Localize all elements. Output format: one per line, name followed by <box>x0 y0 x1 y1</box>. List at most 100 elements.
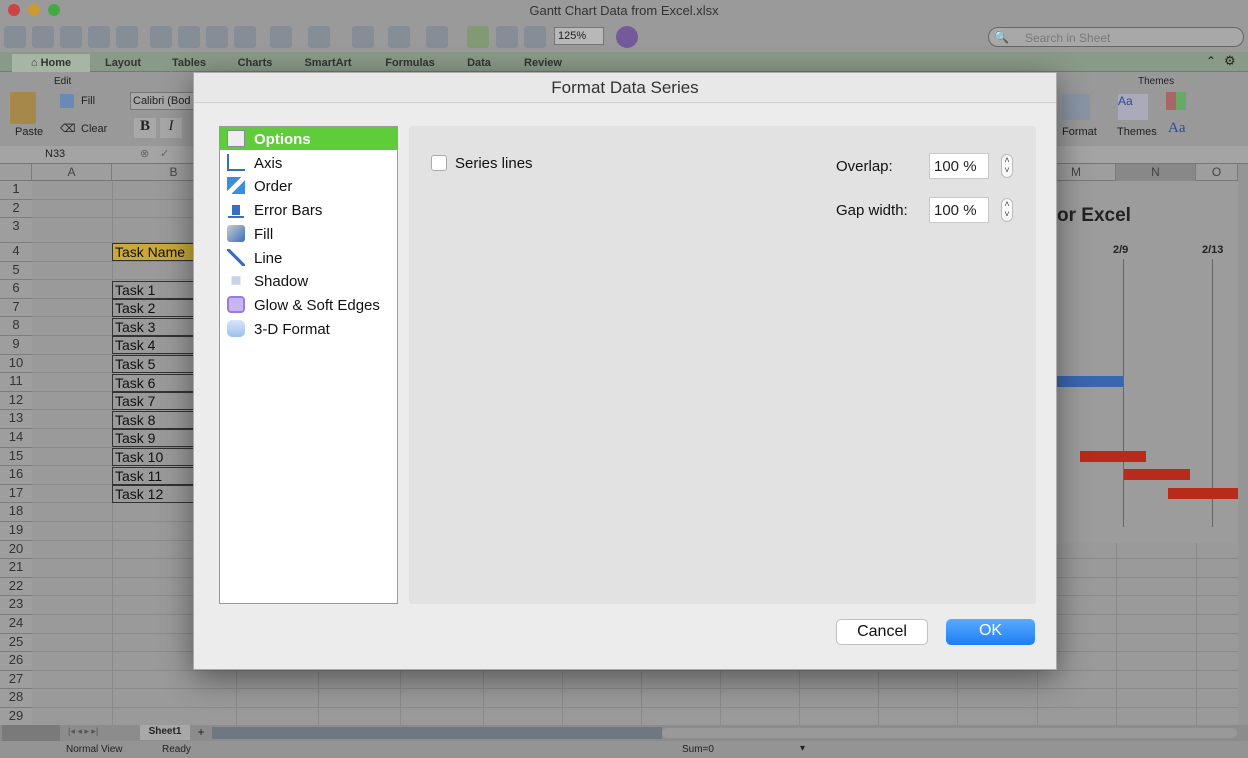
task-cell[interactable]: Task 11 <box>112 466 194 485</box>
gap-width-stepper[interactable]: ˄ ˅ <box>1001 198 1013 222</box>
theme-colors-icon[interactable] <box>1166 92 1186 110</box>
task-cell[interactable]: Task 8 <box>112 410 194 429</box>
toolbox-icon[interactable] <box>496 26 518 48</box>
themes-button[interactable]: Themes <box>1117 126 1157 138</box>
gap-width-input[interactable]: 100 % <box>929 197 989 223</box>
cancel-formula-icon[interactable]: ⊗ <box>140 147 149 160</box>
gallery-icon[interactable] <box>32 26 54 48</box>
format-painter-icon[interactable] <box>234 26 256 48</box>
category-3-d-format[interactable]: 3-D Format <box>220 317 397 340</box>
fill-button[interactable]: Fill <box>81 95 95 107</box>
gantt-bar[interactable] <box>1057 376 1123 388</box>
row-header[interactable]: 7 <box>0 298 32 318</box>
column-header-a[interactable]: A <box>32 164 112 181</box>
tab-home[interactable]: ⌂ Home <box>12 54 90 72</box>
name-box[interactable]: N33 <box>45 148 65 160</box>
horizontal-scrollbar[interactable] <box>662 728 1237 738</box>
category-order[interactable]: Order <box>220 174 397 197</box>
sum-dropdown-icon[interactable]: ▾ <box>800 743 805 754</box>
formula-builder-icon[interactable] <box>467 26 489 48</box>
undo-icon[interactable] <box>270 26 292 48</box>
column-header-n[interactable]: N <box>1116 164 1196 181</box>
row-header[interactable]: 11 <box>0 373 32 392</box>
overlap-stepper[interactable]: ˄ ˅ <box>1001 154 1013 178</box>
ok-button[interactable]: OK <box>946 619 1035 645</box>
copy-icon[interactable] <box>178 26 200 48</box>
paste-button[interactable]: Paste <box>15 126 43 138</box>
italic-button[interactable]: I <box>160 118 182 138</box>
row-header[interactable]: 5 <box>0 261 32 281</box>
category-error-bars[interactable]: Error Bars <box>220 198 397 221</box>
row-header[interactable]: 22 <box>0 577 32 597</box>
task-cell[interactable]: Task 5 <box>112 354 194 373</box>
redo-icon[interactable] <box>308 26 330 48</box>
row-header[interactable]: 6 <box>0 280 32 299</box>
vertical-scrollbar[interactable] <box>1238 164 1248 725</box>
help-icon[interactable] <box>616 26 638 48</box>
task-cell[interactable]: Task 6 <box>112 373 194 392</box>
themes-icon[interactable]: Aa <box>1118 94 1148 120</box>
row-header[interactable]: 25 <box>0 633 32 653</box>
row-header[interactable]: 27 <box>0 670 32 690</box>
row-header[interactable]: 14 <box>0 429 32 448</box>
sum-readout[interactable]: Sum=0 <box>682 744 714 755</box>
row-header[interactable]: 1 <box>0 181 32 200</box>
row-header[interactable]: 23 <box>0 596 32 615</box>
category-fill[interactable]: Fill <box>220 222 397 245</box>
series-lines-checkbox[interactable] <box>431 155 447 171</box>
row-header[interactable]: 21 <box>0 559 32 578</box>
task-cell[interactable]: Task 2 <box>112 299 194 318</box>
save-icon[interactable] <box>88 26 110 48</box>
open-icon[interactable] <box>60 26 82 48</box>
tab-charts[interactable]: Charts <box>224 54 286 72</box>
task-cell[interactable]: Task 3 <box>112 317 194 336</box>
font-name-select[interactable]: Calibri (Bod <box>130 92 200 110</box>
paste-icon[interactable] <box>206 26 228 48</box>
column-header-o[interactable]: O <box>1196 164 1238 181</box>
media-browser-icon[interactable] <box>524 26 546 48</box>
filter-icon[interactable] <box>426 26 448 48</box>
clear-button[interactable]: Clear <box>81 123 107 135</box>
row-header[interactable]: 29 <box>0 708 32 727</box>
overlap-input[interactable]: 100 % <box>929 153 989 179</box>
row-header[interactable]: 8 <box>0 317 32 336</box>
row-header[interactable]: 4 <box>0 243 32 262</box>
row-header[interactable]: 16 <box>0 466 32 485</box>
row-header[interactable]: 18 <box>0 503 32 522</box>
row-header[interactable]: 9 <box>0 336 32 355</box>
row-header[interactable]: 17 <box>0 484 32 504</box>
sort-icon[interactable] <box>388 26 410 48</box>
row-header[interactable]: 13 <box>0 410 32 429</box>
row-header[interactable]: 20 <box>0 540 32 560</box>
select-all-button[interactable] <box>0 164 32 181</box>
sheet-tab-sheet1[interactable]: Sheet1 <box>140 725 190 740</box>
add-sheet-button[interactable]: + <box>193 725 209 740</box>
row-header[interactable]: 24 <box>0 615 32 634</box>
task-cell[interactable]: Task 10 <box>112 447 194 466</box>
category-axis[interactable]: Axis <box>220 151 397 174</box>
tab-layout[interactable]: Layout <box>92 54 154 72</box>
gantt-bar[interactable] <box>1124 469 1190 481</box>
theme-fonts-button[interactable]: Aa <box>1168 120 1186 137</box>
format-icon[interactable] <box>1062 94 1090 120</box>
row-header[interactable]: 15 <box>0 447 32 467</box>
print-icon[interactable] <box>116 26 138 48</box>
category-options[interactable]: Options <box>220 127 397 150</box>
row-header[interactable]: 19 <box>0 522 32 541</box>
new-icon[interactable] <box>4 26 26 48</box>
search-input[interactable]: Search in Sheet <box>988 27 1244 47</box>
confirm-formula-icon[interactable]: ✓ <box>160 147 169 160</box>
tab-review[interactable]: Review <box>508 54 578 72</box>
task-cell[interactable]: Task 7 <box>112 392 194 411</box>
zoom-select[interactable]: 125% <box>554 27 604 45</box>
row-header[interactable]: 3 <box>0 218 32 243</box>
row-header[interactable]: 2 <box>0 199 32 218</box>
gantt-bar[interactable] <box>1080 450 1146 462</box>
bold-button[interactable]: B <box>134 118 156 138</box>
collapse-ribbon-icon[interactable]: ⌃ <box>1206 54 1216 68</box>
task-cell[interactable]: Task 9 <box>112 429 194 448</box>
row-header[interactable]: 10 <box>0 354 32 374</box>
row-header[interactable]: 12 <box>0 391 32 411</box>
category-glow-soft-edges[interactable]: Glow & Soft Edges <box>220 293 397 316</box>
row-header[interactable]: 28 <box>0 689 32 708</box>
